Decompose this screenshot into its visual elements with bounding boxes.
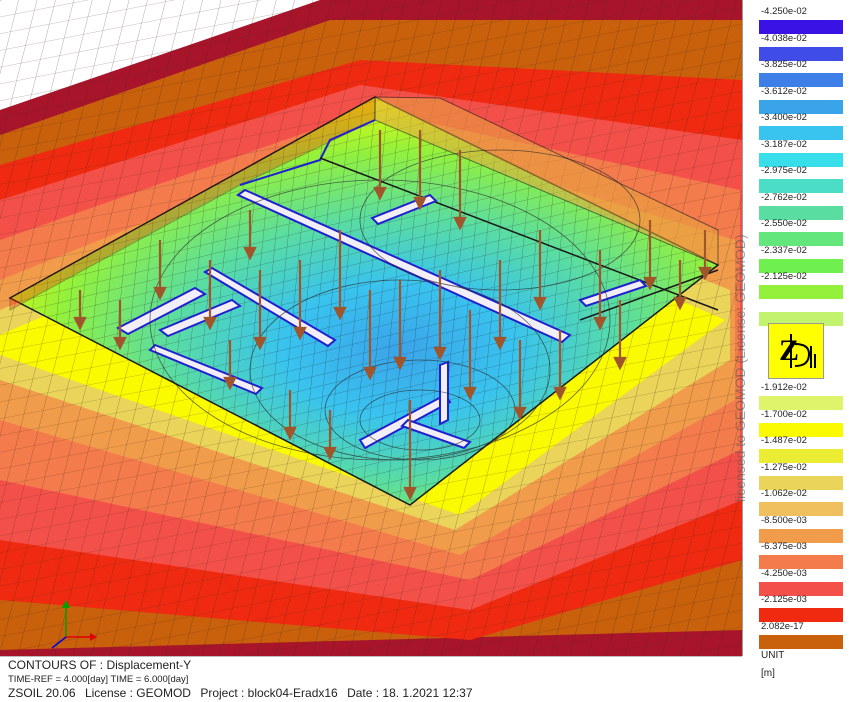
date-label: Date : 18. 1.2021 12:37	[347, 686, 473, 700]
legend-label: -4.250e-03	[761, 567, 807, 579]
legend-label: -2.762e-02	[761, 191, 807, 203]
unit-label: UNIT	[761, 650, 785, 661]
legend-label: -2.337e-02	[761, 244, 807, 256]
legend-label: -3.400e-02	[761, 112, 807, 123]
legend-label: -3.187e-02	[761, 138, 807, 150]
legend-label: -1.062e-02	[761, 488, 807, 499]
legend-label: -2.975e-02	[761, 165, 807, 176]
legend-label: -1.487e-02	[761, 435, 807, 446]
legend-label: -6.375e-03	[761, 541, 807, 552]
legend-label: 2.082e-17	[761, 620, 804, 632]
color-legend: -4.250e-02 -4.038e-02 -3.825e-02 -3.612e-02…	[743, 0, 850, 701]
watermark-text: licensed to GEOMOD (License: GEOMOD)	[732, 234, 748, 502]
legend-label: -3.612e-02	[761, 85, 807, 97]
info-line: ZSOIL 20.06 License : GEOMOD Project : b…	[8, 686, 479, 700]
zsoil-logo-icon: Z	[768, 323, 824, 379]
software-version: ZSOIL 20.06	[8, 686, 76, 700]
legend-label: -3.825e-02	[761, 59, 807, 70]
license-label: License : GEOMOD	[84, 686, 191, 700]
legend-label: -4.038e-02	[761, 32, 807, 44]
legend-label: -2.125e-02	[761, 271, 807, 282]
legend-label: -1.275e-02	[761, 461, 807, 473]
contours-label: CONTOURS OF : Displacement-Y	[8, 658, 192, 672]
time-label: TIME-REF = 4.000[day] TIME = 6.000[day]	[8, 674, 189, 685]
license-watermark: licensed to GEOMOD (License: GEOMOD)	[728, 142, 752, 502]
legend-label: -2.550e-02	[761, 218, 807, 229]
legend-swatch	[759, 285, 843, 299]
status-footer: CONTOURS OF : Displacement-Y TIME-REF = …	[0, 656, 742, 702]
legend-label: -2.125e-03	[761, 594, 807, 605]
project-label: Project : block04-Eradx16	[200, 686, 338, 700]
legend-label: -1.912e-02	[761, 382, 807, 393]
svg-text:Z: Z	[779, 334, 799, 367]
legend-label: -1.700e-02	[761, 408, 807, 420]
unit-value: [m]	[761, 668, 775, 679]
legend-label: -8.500e-03	[761, 514, 807, 526]
legend-label: -4.250e-02	[761, 6, 807, 17]
legend-swatch	[759, 634, 843, 649]
mesh-contour-view[interactable]	[0, 0, 742, 656]
model-viewport[interactable]	[0, 0, 743, 656]
